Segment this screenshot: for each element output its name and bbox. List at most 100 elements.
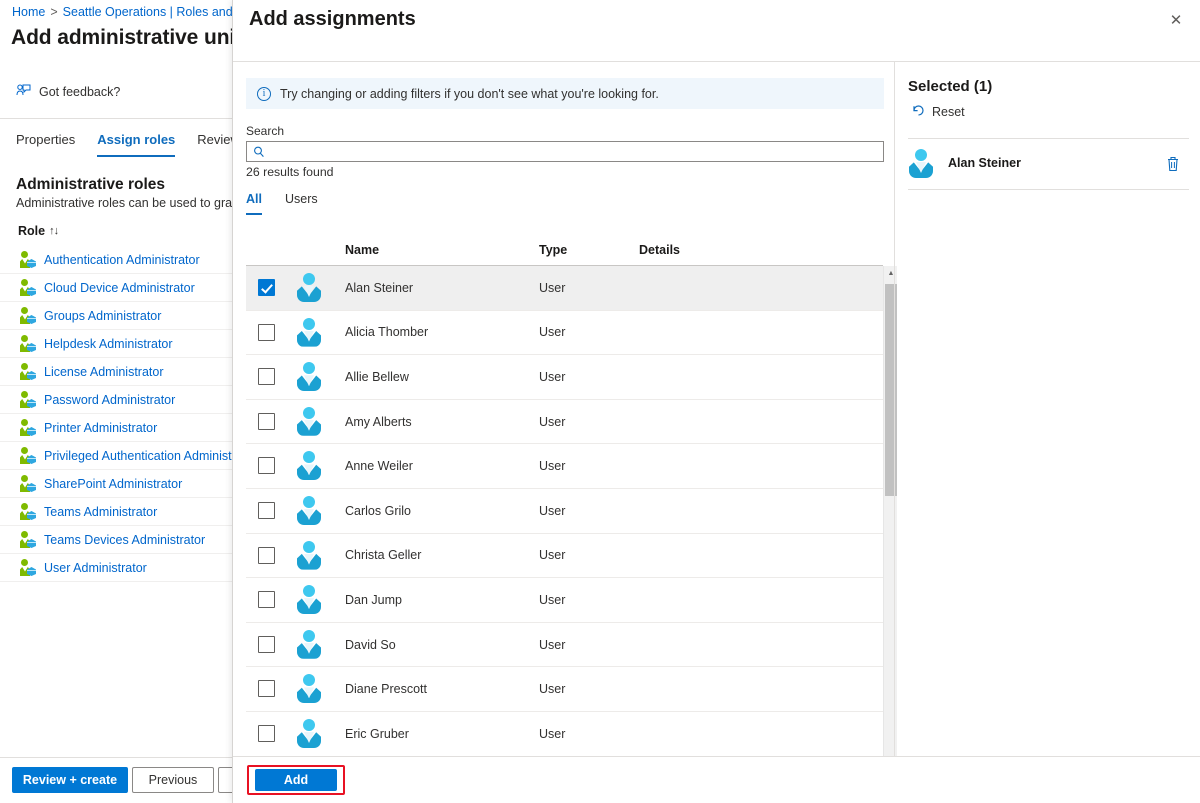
column-header-details[interactable]: Details	[639, 243, 680, 257]
role-row[interactable]: Cloud Device Administrator	[0, 274, 232, 302]
administrative-roles-description: Administrative roles can be used to gran…	[16, 196, 232, 210]
role-row[interactable]: Password Administrator	[0, 386, 232, 414]
role-link[interactable]: User Administrator	[44, 561, 147, 575]
table-row[interactable]: Allie Bellew User	[246, 355, 883, 400]
role-row[interactable]: Authentication Administrator	[0, 246, 232, 274]
table-header: Name Type Details	[246, 240, 883, 266]
table-row[interactable]: Diane Prescott User	[246, 667, 883, 712]
role-link[interactable]: Teams Devices Administrator	[44, 533, 205, 547]
row-checkbox[interactable]	[258, 680, 275, 698]
role-row[interactable]: SharePoint Administrator	[0, 470, 232, 498]
role-link[interactable]: Password Administrator	[44, 393, 175, 407]
cell-name: Dan Jump	[345, 592, 402, 607]
row-checkbox[interactable]	[258, 546, 275, 564]
row-checkbox[interactable]	[258, 368, 275, 386]
delete-icon[interactable]	[1165, 155, 1181, 173]
role-row[interactable]: Groups Administrator	[0, 302, 232, 330]
role-row[interactable]: Teams Devices Administrator	[0, 526, 232, 554]
table-row[interactable]: Anne Weiler User	[246, 444, 883, 489]
user-avatar-icon	[296, 540, 322, 572]
page-title: Add administrative uni	[11, 26, 232, 49]
row-checkbox[interactable]	[258, 591, 275, 609]
sort-arrows-icon[interactable]: ↑↓	[49, 225, 59, 237]
role-row[interactable]: Teams Administrator	[0, 498, 232, 526]
list-tab-all[interactable]: All	[246, 192, 262, 215]
cell-type: User	[539, 325, 566, 340]
role-list: Authentication Administrator Cloud Device…	[0, 246, 232, 582]
role-column-label: Role	[18, 224, 46, 238]
role-link[interactable]: Teams Administrator	[44, 505, 157, 519]
table-row[interactable]: Alan Steiner User	[246, 266, 883, 311]
row-checkbox[interactable]	[258, 501, 275, 519]
reset-icon	[912, 104, 925, 120]
cell-name: Christa Geller	[345, 548, 422, 563]
role-admin-icon	[20, 251, 37, 268]
got-feedback-label: Got feedback?	[39, 85, 121, 99]
blade-footer: Review + create Previous Next	[0, 757, 232, 803]
previous-button[interactable]: Previous	[132, 767, 214, 793]
cell-type: User	[539, 637, 566, 652]
user-avatar-icon	[296, 406, 322, 438]
role-link[interactable]: Cloud Device Administrator	[44, 281, 195, 295]
user-avatar-icon	[296, 629, 322, 661]
cell-type: User	[539, 592, 566, 607]
role-link[interactable]: Privileged Authentication Administ	[44, 449, 232, 463]
role-row[interactable]: User Administrator	[0, 554, 232, 582]
role-admin-icon	[20, 391, 37, 408]
list-filter-tabs: All Users	[246, 192, 318, 215]
user-avatar-icon	[908, 148, 934, 180]
role-admin-icon	[20, 363, 37, 380]
cell-name: Eric Gruber	[345, 726, 409, 741]
review-create-button[interactable]: Review + create	[12, 767, 128, 793]
role-column-header[interactable]: Role ↑↓	[18, 224, 59, 238]
role-link[interactable]: Printer Administrator	[44, 421, 157, 435]
table-row[interactable]: Christa Geller User	[246, 534, 883, 579]
role-link[interactable]: Authentication Administrator	[44, 253, 200, 267]
table-row[interactable]: Carlos Grilo User	[246, 489, 883, 534]
role-link[interactable]: Helpdesk Administrator	[44, 337, 173, 351]
tab-assign-roles[interactable]: Assign roles	[97, 132, 176, 157]
table-row[interactable]: Dan Jump User	[246, 578, 883, 623]
user-avatar-icon	[296, 673, 322, 705]
tab-review[interactable]: Review	[197, 132, 232, 157]
cell-type: User	[539, 682, 566, 697]
row-checkbox[interactable]	[258, 412, 275, 430]
user-avatar-icon	[296, 317, 322, 349]
column-header-name[interactable]: Name	[345, 243, 379, 257]
info-banner: i Try changing or adding filters if you …	[246, 78, 884, 109]
table-row[interactable]: Amy Alberts User	[246, 400, 883, 445]
row-checkbox[interactable]	[258, 323, 275, 341]
search-box[interactable]	[246, 141, 884, 162]
add-assignments-dialog: Add assignments ✕ i Try changing or addi…	[232, 0, 1200, 803]
search-input[interactable]	[265, 143, 883, 160]
add-button-callout: Add	[247, 765, 345, 795]
row-checkbox[interactable]	[258, 635, 275, 653]
role-row[interactable]: License Administrator	[0, 358, 232, 386]
row-checkbox[interactable]	[258, 724, 275, 742]
breadcrumb-current-link[interactable]: Seattle Operations | Roles and	[63, 5, 232, 19]
user-avatar-icon	[296, 361, 322, 393]
table-row[interactable]: David So User	[246, 623, 883, 668]
list-tab-users[interactable]: Users	[285, 192, 318, 215]
row-checkbox[interactable]	[258, 457, 275, 475]
reset-button[interactable]: Reset	[912, 104, 965, 120]
next-button[interactable]: Next	[218, 767, 232, 793]
table-row[interactable]: Eric Gruber User	[246, 712, 883, 757]
row-checkbox[interactable]	[258, 279, 275, 296]
close-icon[interactable]: ✕	[1162, 7, 1190, 33]
role-link[interactable]: License Administrator	[44, 365, 164, 379]
breadcrumb-home-link[interactable]: Home	[12, 5, 45, 19]
got-feedback-button[interactable]: Got feedback?	[16, 84, 120, 100]
role-link[interactable]: Groups Administrator	[44, 309, 161, 323]
add-button[interactable]: Add	[255, 769, 337, 791]
role-row[interactable]: Privileged Authentication Administ	[0, 442, 232, 470]
reset-label: Reset	[932, 105, 965, 119]
cell-type: User	[539, 369, 566, 384]
table-row[interactable]: Alicia Thomber User	[246, 311, 883, 356]
role-row[interactable]: Printer Administrator	[0, 414, 232, 442]
role-link[interactable]: SharePoint Administrator	[44, 477, 182, 491]
role-row[interactable]: Helpdesk Administrator	[0, 330, 232, 358]
tab-properties[interactable]: Properties	[16, 132, 75, 157]
column-header-type[interactable]: Type	[539, 243, 567, 257]
info-banner-text: Try changing or adding filters if you do…	[280, 86, 659, 101]
